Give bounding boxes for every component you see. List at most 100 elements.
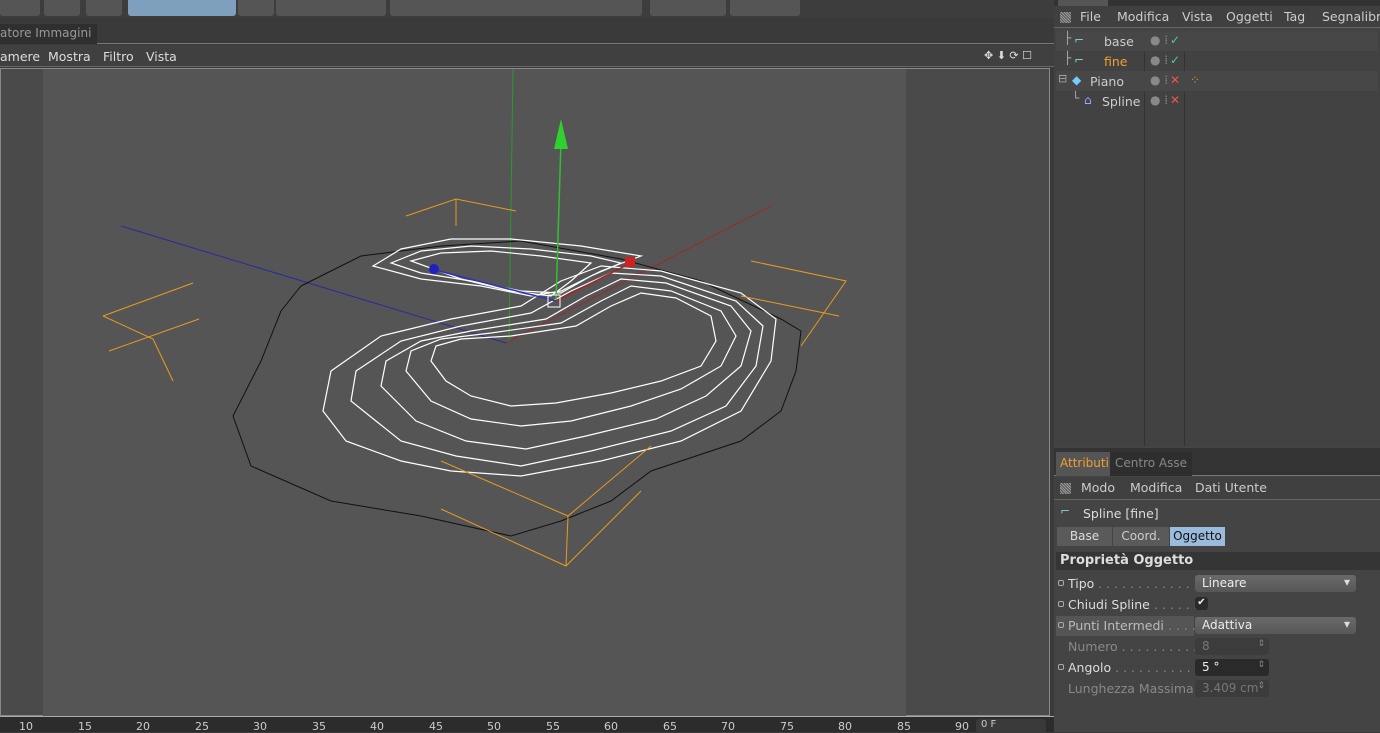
keyframe-bullet[interactable] [1058, 601, 1064, 607]
label-punti-intermedi: Punti Intermedi . . . . . [1068, 618, 1204, 633]
om-menu-objects[interactable]: Oggetti [1226, 9, 1273, 24]
angolo-field[interactable]: 5 ° [1195, 659, 1269, 676]
tick: 15 [78, 720, 92, 733]
z-arrow-icon [429, 264, 439, 274]
visibility-dot-icon[interactable]: ● ⁞ [1150, 73, 1168, 87]
section-header: Proprietà Oggetto [1056, 552, 1380, 570]
object-name: base [1104, 34, 1134, 49]
3d-viewport[interactable] [0, 68, 1050, 717]
spline-mask-icon: ⌂ [1084, 93, 1092, 107]
frame-field[interactable]: 0 F [976, 719, 1046, 733]
tick: 30 [253, 720, 267, 733]
tick: 20 [136, 720, 150, 733]
om-menu-file[interactable]: File [1080, 9, 1101, 24]
layout-buttons[interactable] [730, 0, 800, 16]
attr-tabbar: Attributi Centro Asse [1054, 448, 1380, 476]
menu-view[interactable]: Vista [146, 49, 177, 64]
spline-icon: ⌐ [1060, 504, 1071, 518]
label-tipo: Tipo . . . . . . . . . . . . . . . [1068, 576, 1214, 591]
object-title: Spline [fine] [1083, 506, 1159, 521]
keyframe-bullet[interactable] [1058, 580, 1064, 586]
om-menu-bookmarks[interactable]: Segnalibri [1322, 9, 1380, 24]
collapse-icon[interactable]: ⊟ [1058, 72, 1067, 85]
viewport-menu: amere Mostra Filtro Vista ✥ ⬇ ⟳ ☐ [0, 45, 1054, 67]
tree-line: ├ [1064, 31, 1072, 45]
tree-line: ├ [1064, 51, 1072, 65]
tipo-dropdown[interactable]: Lineare [1195, 575, 1356, 592]
menu-filter[interactable]: Filtro [103, 49, 134, 64]
main-toolbar [0, 0, 1054, 18]
om-menu-edit[interactable]: Modifica [1117, 9, 1169, 24]
label-lunghezza-massima: Lunghezza Massima [1068, 681, 1194, 696]
tick: 10 [19, 720, 33, 733]
enabled-check-icon[interactable]: ✓ [1170, 33, 1180, 47]
visibility-dot-icon[interactable]: ● ⁞ [1150, 33, 1168, 47]
subtab-base[interactable]: Base [1057, 527, 1112, 546]
object-row-fine[interactable]: ├ ⌐ fine ● ⁞ ✓ [1056, 51, 1378, 71]
tick: 70 [721, 720, 735, 733]
plane-icon: ◆ [1072, 73, 1082, 87]
attr-menu: Modo Modifica Dati Utente [1054, 477, 1380, 500]
object-name: Piano [1090, 74, 1124, 89]
x-arrow-icon [625, 257, 635, 267]
visibility-dot-icon[interactable]: ● ⁞ [1150, 53, 1168, 67]
spline-icon: ⌐ [1074, 53, 1085, 67]
grip-icon [1060, 12, 1071, 23]
disabled-x-icon[interactable]: ✕ [1170, 73, 1180, 87]
enabled-check-icon[interactable]: ✓ [1170, 53, 1180, 67]
object-row-piano[interactable]: ⊟ ◆ Piano ● ⁞ ✕ ⁘ [1056, 71, 1378, 91]
subtab-coord[interactable]: Coord. [1113, 527, 1169, 546]
om-menu-tags[interactable]: Tag [1284, 9, 1305, 24]
object-list: ├ ⌐ base ● ⁞ ✓ ├ ⌐ fine ● ⁞ ✓ ⊟ ◆ Piano … [1054, 30, 1380, 446]
tick: 55 [546, 720, 560, 733]
rotate-tool-button[interactable] [44, 0, 80, 16]
render-buttons[interactable] [276, 0, 386, 16]
punti-intermedi-dropdown[interactable]: Adattiva [1195, 617, 1356, 634]
props: Tipo . . . . . . . . . . . . . . . Linea… [1054, 574, 1380, 704]
object-create-buttons[interactable] [390, 0, 642, 16]
attr-menu-edit[interactable]: Modifica [1130, 480, 1182, 495]
material-tag-icon[interactable]: ⁘ [1190, 73, 1200, 87]
right-panel: File Modifica Vista Oggetti Tag Segnalib… [1054, 0, 1380, 732]
object-name: Spline [1102, 94, 1141, 109]
snap-buttons[interactable] [650, 0, 726, 16]
tick: 90 [955, 720, 969, 733]
chiudi-spline-checkbox[interactable]: ✔ [1195, 597, 1208, 610]
tick: 85 [897, 720, 911, 733]
keyframe-bullet[interactable] [1058, 664, 1064, 670]
menu-cameras[interactable]: amere [0, 49, 40, 64]
lunghezza-massima-field[interactable]: 3.409 cm [1195, 680, 1269, 697]
subtab-object[interactable]: Oggetto [1170, 527, 1225, 546]
menu-show[interactable]: Mostra [48, 49, 91, 64]
numero-field[interactable]: 8 [1195, 638, 1269, 655]
label-chiudi-spline: Chiudi Spline . . . . . . . [1068, 597, 1206, 612]
viewport-tabbar [0, 22, 1054, 44]
safe-frame [43, 69, 906, 717]
visibility-dot-icon[interactable]: ● ⁞ [1150, 93, 1168, 107]
spline-icon: ⌐ [1074, 33, 1085, 47]
attr-menu-mode[interactable]: Modo [1081, 480, 1115, 495]
model-tool-button[interactable] [0, 0, 40, 16]
coordinate-system-button[interactable] [238, 0, 274, 16]
attr-menu-userdata[interactable]: Dati Utente [1195, 480, 1267, 495]
tick: 65 [663, 720, 677, 733]
object-row-spline[interactable]: └ ⌂ Spline ● ⁞ ✕ [1056, 91, 1378, 111]
object-name: fine [1104, 54, 1128, 69]
select-tool-button[interactable] [86, 0, 122, 16]
tick: 60 [604, 720, 618, 733]
object-row-base[interactable]: ├ ⌐ base ● ⁞ ✓ [1056, 31, 1378, 51]
tick: 45 [429, 720, 443, 733]
tab-attributes[interactable]: Attributi [1056, 452, 1113, 476]
om-menu-view[interactable]: Vista [1182, 9, 1213, 24]
axis-lock-buttons[interactable] [128, 0, 236, 16]
keyframe-bullet[interactable] [1058, 622, 1064, 628]
tab-image-viewer[interactable]: atore Immagini [0, 24, 98, 44]
timeline-ruler[interactable]: 10 15 20 25 30 35 40 45 50 55 60 65 70 7… [0, 716, 1054, 733]
disabled-x-icon[interactable]: ✕ [1170, 93, 1180, 107]
tick: 50 [487, 720, 501, 733]
tick: 75 [780, 720, 794, 733]
tab-axis-center[interactable]: Centro Asse [1110, 452, 1192, 476]
tick: 40 [370, 720, 384, 733]
viewport-nav-icons[interactable]: ✥ ⬇ ⟳ ☐ [984, 49, 1032, 62]
tick: 35 [312, 720, 326, 733]
